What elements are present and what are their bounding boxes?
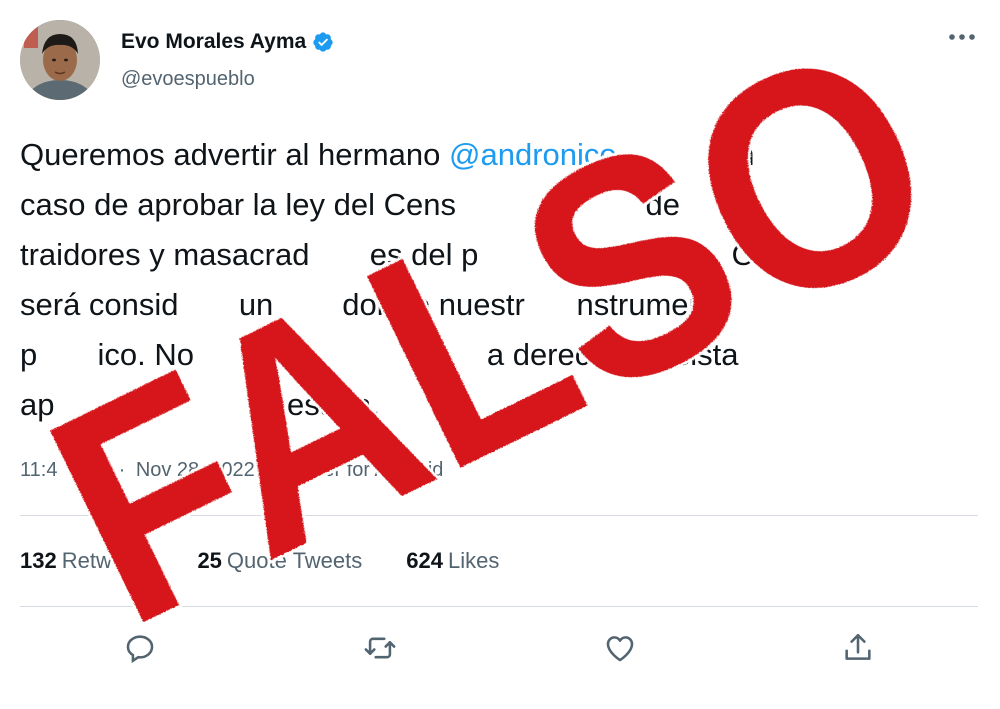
stat-retweets[interactable]: 132 Retweets xyxy=(20,548,153,574)
meta-separator: · xyxy=(118,459,126,481)
tweet-line-text: en xyxy=(616,137,755,172)
tweet-line: p ico. No a derecha fascista xyxy=(20,337,739,372)
stat-label: Quote Tweets xyxy=(226,548,363,573)
reply-icon xyxy=(126,635,154,664)
retweet-button[interactable] xyxy=(360,628,400,668)
tweet-time[interactable]: 11:4 xyxy=(20,459,57,481)
stat-count: 132 xyxy=(20,548,57,573)
stat-likes[interactable]: 624 Likes xyxy=(406,548,499,574)
tweet-line: Queremos advertir al hermano @andronico … xyxy=(20,130,980,180)
tweet-source[interactable]: Twitter for Android xyxy=(282,459,443,481)
display-name[interactable]: Evo Morales Ayma xyxy=(121,30,334,54)
stat-count: 25 xyxy=(197,548,222,573)
display-name-text: Evo Morales Ayma xyxy=(121,30,307,53)
more-dots-icon[interactable] xyxy=(944,26,980,48)
handle[interactable]: @evoespueblo xyxy=(121,68,255,91)
divider xyxy=(20,515,978,516)
stat-count: 624 xyxy=(406,548,443,573)
like-button[interactable] xyxy=(600,628,640,668)
tweet-line: traidores y masacrad es del p Sa Cr xyxy=(20,237,765,272)
mention-link[interactable]: @andronico xyxy=(449,137,617,172)
tweet-meta: 11:4 · Nov 28, 2022 · Twitter for Androi… xyxy=(20,459,448,482)
meta-separator: · xyxy=(265,459,273,481)
share-icon xyxy=(845,633,871,660)
retweet-icon xyxy=(364,637,396,659)
verified-badge-icon xyxy=(312,31,334,53)
stat-label: Likes xyxy=(447,548,500,573)
tweet-line: caso de aprobar la ley del Cens de xyxy=(20,187,680,222)
tweet-stats: 132 Retweets 25 Quote Tweets 624 Likes xyxy=(20,548,543,574)
divider xyxy=(20,606,978,607)
reply-button[interactable] xyxy=(120,628,160,668)
tweet-text: Queremos advertir al hermano @andronico … xyxy=(20,130,980,430)
tweet-line: será consid un dor de nuestr nstrumento xyxy=(20,287,732,322)
stat-label: Retweets xyxy=(61,548,154,573)
avatar-image xyxy=(20,20,100,100)
tweet-line-text: Queremos advertir al hermano xyxy=(20,137,450,172)
stat-quote-tweets[interactable]: 25 Quote Tweets xyxy=(197,548,362,574)
tweet-date[interactable]: Nov 28, 2022 xyxy=(136,459,255,481)
share-button[interactable] xyxy=(838,628,878,668)
like-icon xyxy=(606,636,634,662)
avatar[interactable] xyxy=(20,20,100,100)
tweet-line: ap ur cesaria. xyxy=(20,387,381,422)
